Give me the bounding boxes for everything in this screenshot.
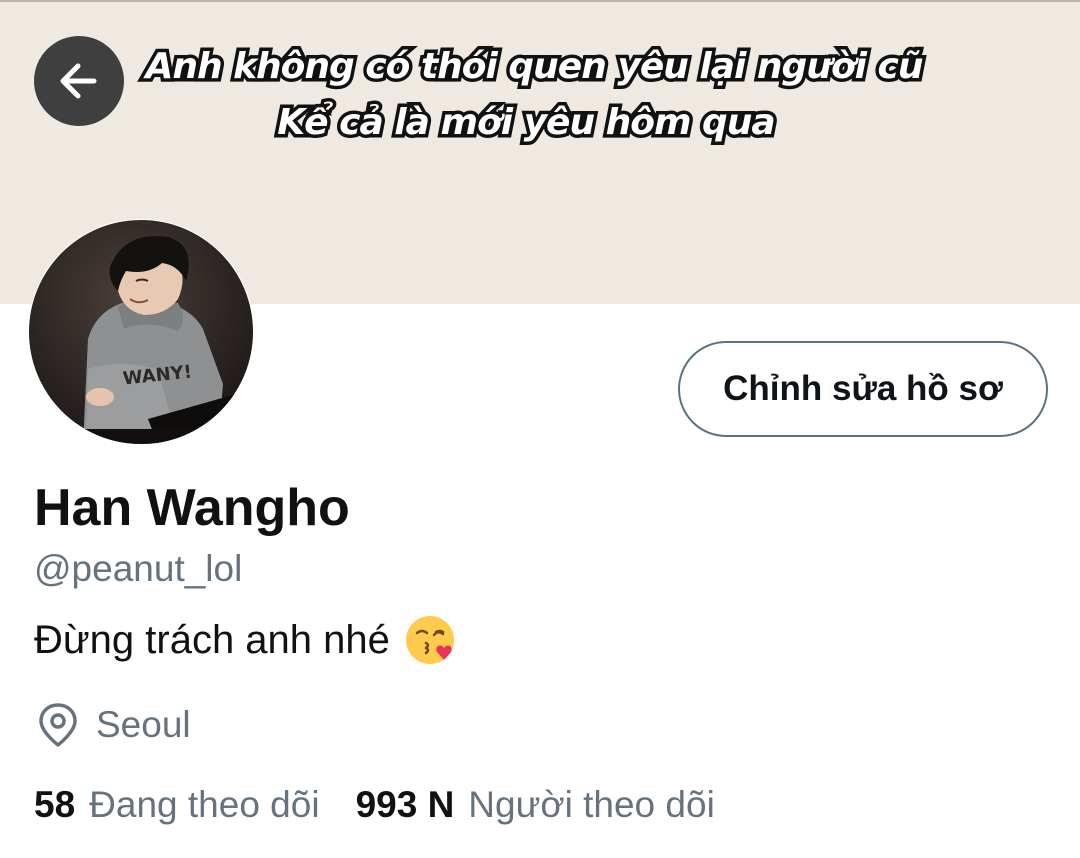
banner-text-line-1: Anh không có thói quen yêu lại người cũ [142, 43, 927, 91]
user-handle: @peanut_lol [34, 548, 243, 589]
followers-count: 993 N [355, 784, 455, 825]
following-label: Đang theo dõi [89, 784, 320, 825]
location: Seoul [36, 702, 191, 748]
profile-page: Anh không có thói quen yêu lại người cũ … [0, 0, 1080, 858]
banner-text-line-2: Kể cả là mới yêu hôm qua [274, 99, 779, 147]
following-stat[interactable]: 58 Đang theo dõi [34, 784, 320, 826]
face-blowing-a-kiss-emoji [405, 616, 454, 664]
location-pin-icon [39, 703, 77, 747]
location-text: Seoul [96, 704, 191, 745]
bio-text: Đừng trách anh nhé [34, 617, 390, 662]
edit-profile-button[interactable]: Chỉnh sửa hồ sơ [678, 341, 1048, 437]
follow-stats: 58 Đang theo dõi 993 N Người theo dõi [34, 784, 715, 826]
following-count: 58 [34, 784, 76, 825]
arrow-left-icon [60, 63, 97, 99]
display-name: Han Wangho [34, 479, 350, 537]
bio: Đừng trách anh nhé [34, 614, 456, 666]
avatar[interactable]: WANY! [28, 219, 254, 445]
followers-label: Người theo dõi [468, 784, 715, 825]
avatar-photo: WANY! [29, 220, 253, 444]
followers-stat[interactable]: 993 N Người theo dõi [356, 784, 715, 826]
back-button[interactable] [34, 36, 124, 126]
